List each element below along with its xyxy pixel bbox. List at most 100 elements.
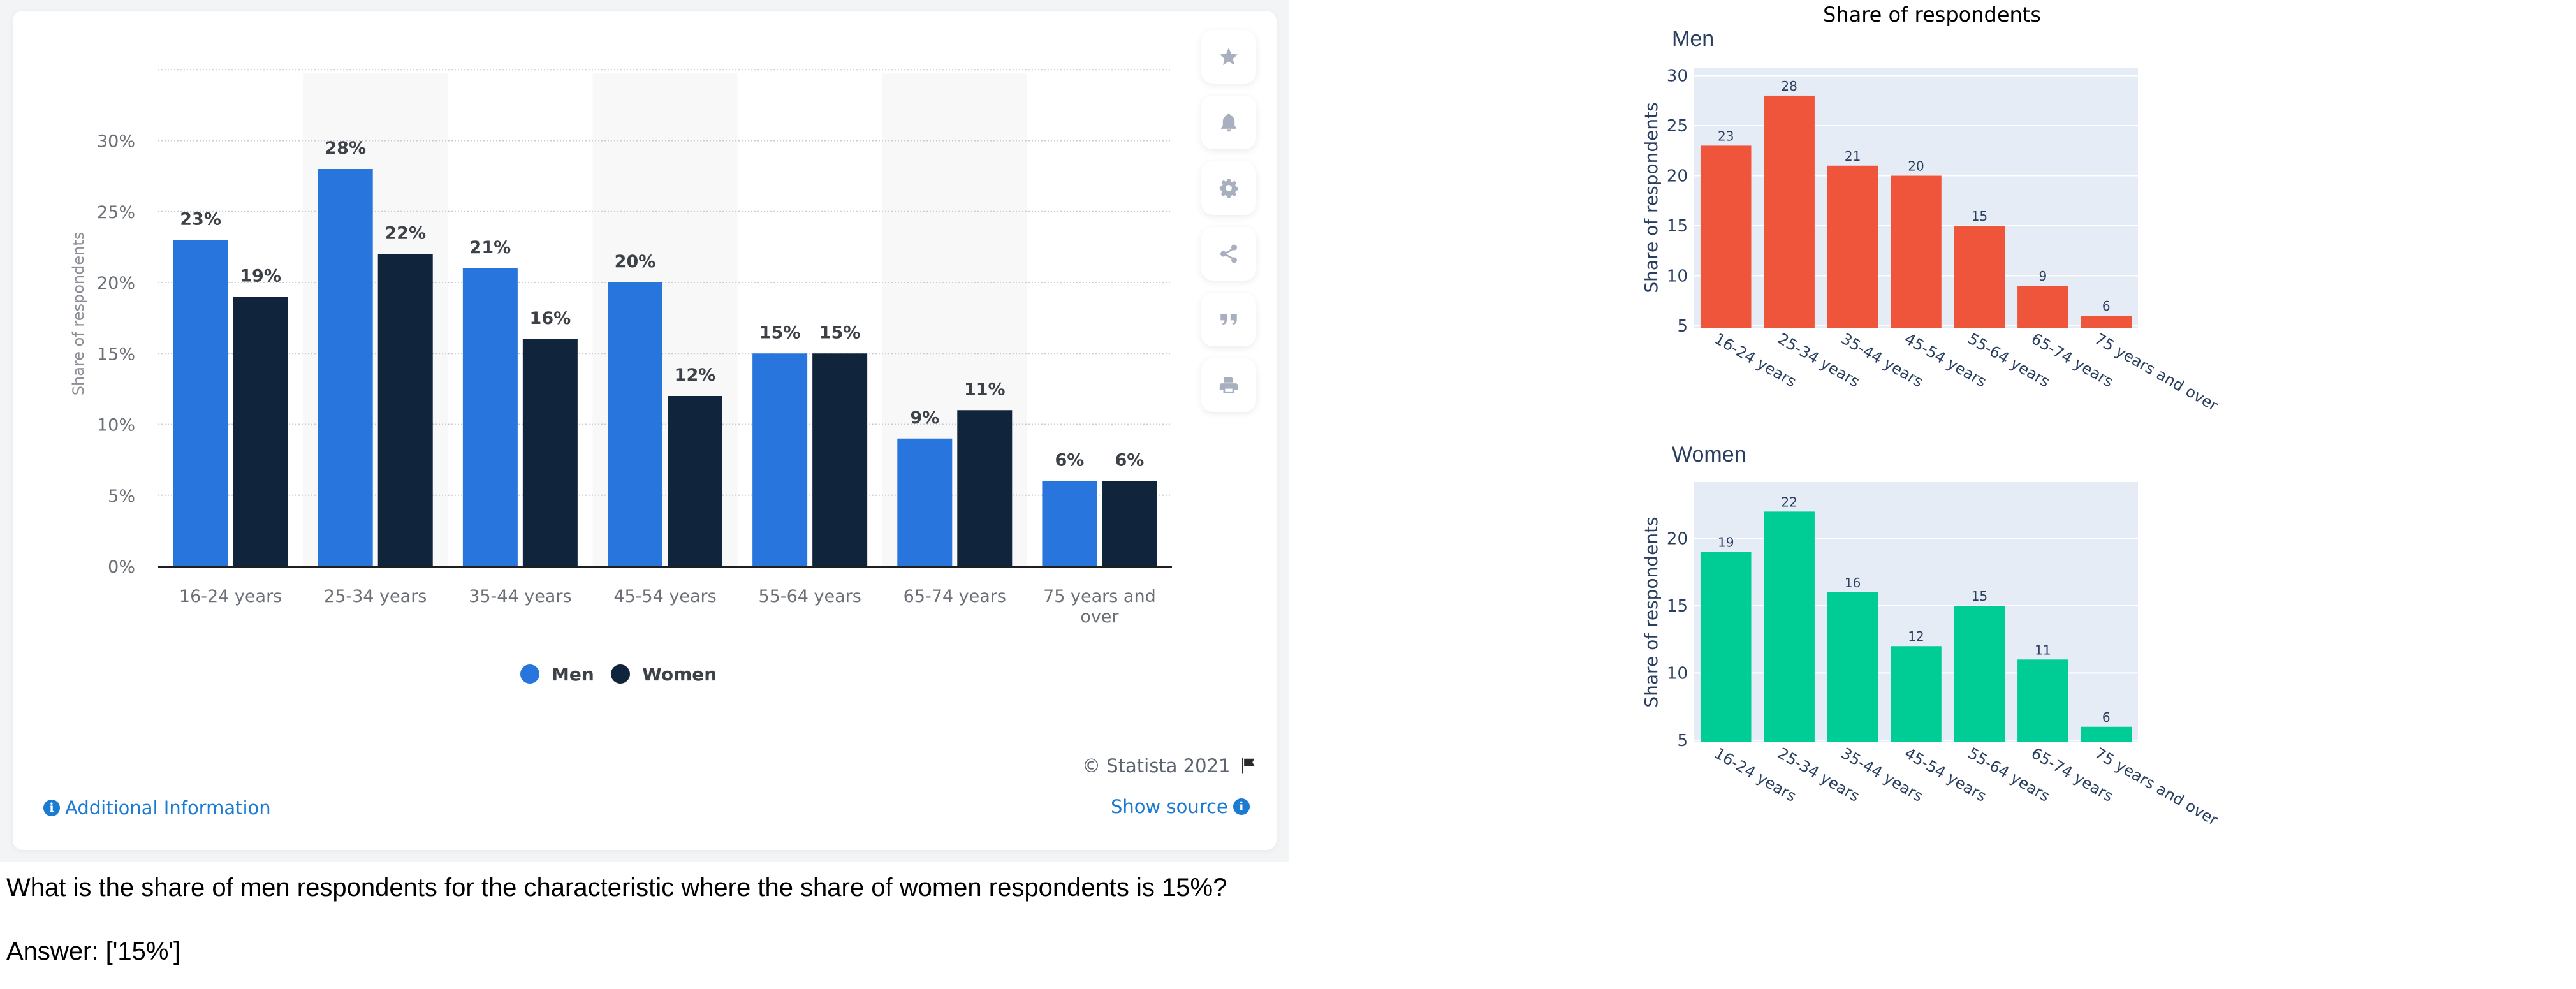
- bar[interactable]: [1764, 95, 1815, 328]
- data-label-men: 21%: [470, 238, 511, 258]
- x-tick-label: 75 years and: [1043, 587, 1156, 606]
- data-label-women: 11%: [964, 379, 1006, 399]
- data-label: 22: [1781, 494, 1797, 509]
- bar-women[interactable]: [1102, 481, 1157, 567]
- women-subplot-title: Women: [1672, 443, 1746, 467]
- bar-men[interactable]: [1042, 481, 1097, 567]
- y-tick-label: 10: [1667, 664, 1688, 683]
- data-label-women: 19%: [240, 266, 281, 286]
- legend-marker-women[interactable]: [611, 664, 630, 684]
- y-tick-label: 25: [1667, 117, 1688, 136]
- bar-men[interactable]: [173, 240, 228, 566]
- bar-men[interactable]: [462, 268, 518, 566]
- y-axis-label: Share of respondents: [1641, 102, 1662, 293]
- data-label-women: 15%: [819, 323, 861, 342]
- notification-button[interactable]: [1201, 96, 1256, 149]
- info-icon: i: [1233, 798, 1250, 815]
- settings-button[interactable]: [1201, 161, 1256, 215]
- bar[interactable]: [2017, 659, 2068, 742]
- favorite-button[interactable]: [1201, 30, 1256, 84]
- x-tick-label: 35-44 years: [469, 587, 571, 606]
- cite-button[interactable]: [1201, 293, 1256, 346]
- bar-women[interactable]: [957, 410, 1013, 566]
- data-label-men: 20%: [615, 252, 656, 272]
- bar[interactable]: [2081, 726, 2132, 742]
- data-label: 6: [2102, 298, 2111, 314]
- data-label: 9: [2038, 268, 2047, 284]
- y-tick-label: 5: [1677, 731, 1688, 751]
- bar-women[interactable]: [233, 297, 288, 566]
- legend-marker-men[interactable]: [520, 664, 539, 684]
- y-tick-label: 20: [1667, 530, 1688, 549]
- print-button[interactable]: [1201, 358, 1256, 412]
- y-tick-label: 15: [1667, 597, 1688, 616]
- bar[interactable]: [1827, 165, 1878, 328]
- x-tick-label: over: [1080, 607, 1119, 627]
- y-tick-label: 30%: [97, 132, 135, 152]
- x-tick-label: 25-34 years: [324, 587, 427, 606]
- info-icon: i: [43, 800, 60, 816]
- legend-label-men[interactable]: Men: [552, 664, 594, 685]
- bar[interactable]: [1954, 225, 2005, 328]
- bar-men[interactable]: [752, 353, 808, 566]
- bar[interactable]: [1700, 552, 1752, 742]
- data-label: 15: [1972, 209, 1987, 224]
- data-label: 16: [1845, 575, 1861, 590]
- bar[interactable]: [2081, 316, 2132, 328]
- x-tick-label: 16-24 years: [179, 587, 282, 606]
- bar-women[interactable]: [377, 254, 433, 567]
- y-tick-label: 10: [1667, 267, 1688, 286]
- y-tick-label: 5%: [108, 487, 135, 506]
- data-label: 21: [1845, 149, 1861, 164]
- bell-icon: [1220, 113, 1237, 132]
- x-tick-label: 65-74 years: [904, 587, 1006, 606]
- data-label: 12: [1908, 629, 1924, 644]
- men-bar-chart: 51015202530Share of respondents 2316-24 y…: [1641, 67, 2221, 414]
- answer-text: Answer: ['15%']: [6, 937, 181, 965]
- data-label-men: 6%: [1055, 451, 1085, 471]
- data-label: 28: [1781, 78, 1797, 94]
- men-subplot-title: Men: [1672, 27, 1715, 51]
- quote-icon: [1220, 314, 1237, 325]
- data-label-women: 12%: [675, 365, 716, 385]
- data-label-men: 28%: [325, 138, 366, 158]
- star-icon: [1219, 47, 1238, 66]
- bar[interactable]: [1891, 175, 1942, 328]
- bar[interactable]: [1700, 145, 1752, 328]
- bar[interactable]: [1827, 592, 1878, 742]
- data-label: 11: [2035, 642, 2051, 657]
- bar-women[interactable]: [668, 396, 722, 566]
- data-label-women: 16%: [530, 309, 571, 328]
- y-axis-label: Share of respondents: [1641, 516, 1662, 707]
- gear-icon: [1219, 179, 1239, 198]
- y-tick-label: 20: [1667, 166, 1688, 186]
- data-label: 15: [1972, 589, 1987, 604]
- show-source-link[interactable]: Show source i: [1111, 796, 1250, 817]
- women-bar-chart: 5101520Share of respondents 1916-24 years…: [1641, 482, 2221, 829]
- y-tick-label: 15: [1667, 217, 1688, 236]
- share-button[interactable]: [1201, 227, 1256, 281]
- y-axis-label: Share of respondents: [70, 232, 87, 396]
- data-label-men: 9%: [910, 408, 939, 428]
- statista-bar-chart: 0% 5% 10% 15% 20% 25% 30% Share of respondents 2…: [70, 69, 1172, 685]
- data-label: 19: [1718, 535, 1734, 550]
- bar-men[interactable]: [897, 438, 953, 566]
- y-tick-label: 10%: [97, 416, 135, 436]
- bar[interactable]: [2017, 286, 2068, 328]
- flag-icon[interactable]: [1239, 756, 1258, 775]
- y-tick-label: 5: [1677, 317, 1688, 336]
- bar-men[interactable]: [318, 169, 373, 566]
- data-label: 20: [1908, 158, 1924, 173]
- bar-men[interactable]: [608, 282, 662, 566]
- bar-women[interactable]: [522, 339, 578, 566]
- bar[interactable]: [1764, 511, 1815, 742]
- bar[interactable]: [1891, 646, 1942, 742]
- bar-women[interactable]: [812, 353, 868, 566]
- legend-label-women[interactable]: Women: [642, 664, 717, 685]
- show-source-label: Show source: [1111, 796, 1228, 817]
- additional-information-link[interactable]: i Additional Information: [43, 797, 271, 819]
- bar[interactable]: [1954, 605, 2005, 742]
- additional-information-label: Additional Information: [65, 797, 271, 819]
- plotly-figure-title: Share of respondents: [1822, 3, 2041, 27]
- data-label: 6: [2102, 710, 2111, 725]
